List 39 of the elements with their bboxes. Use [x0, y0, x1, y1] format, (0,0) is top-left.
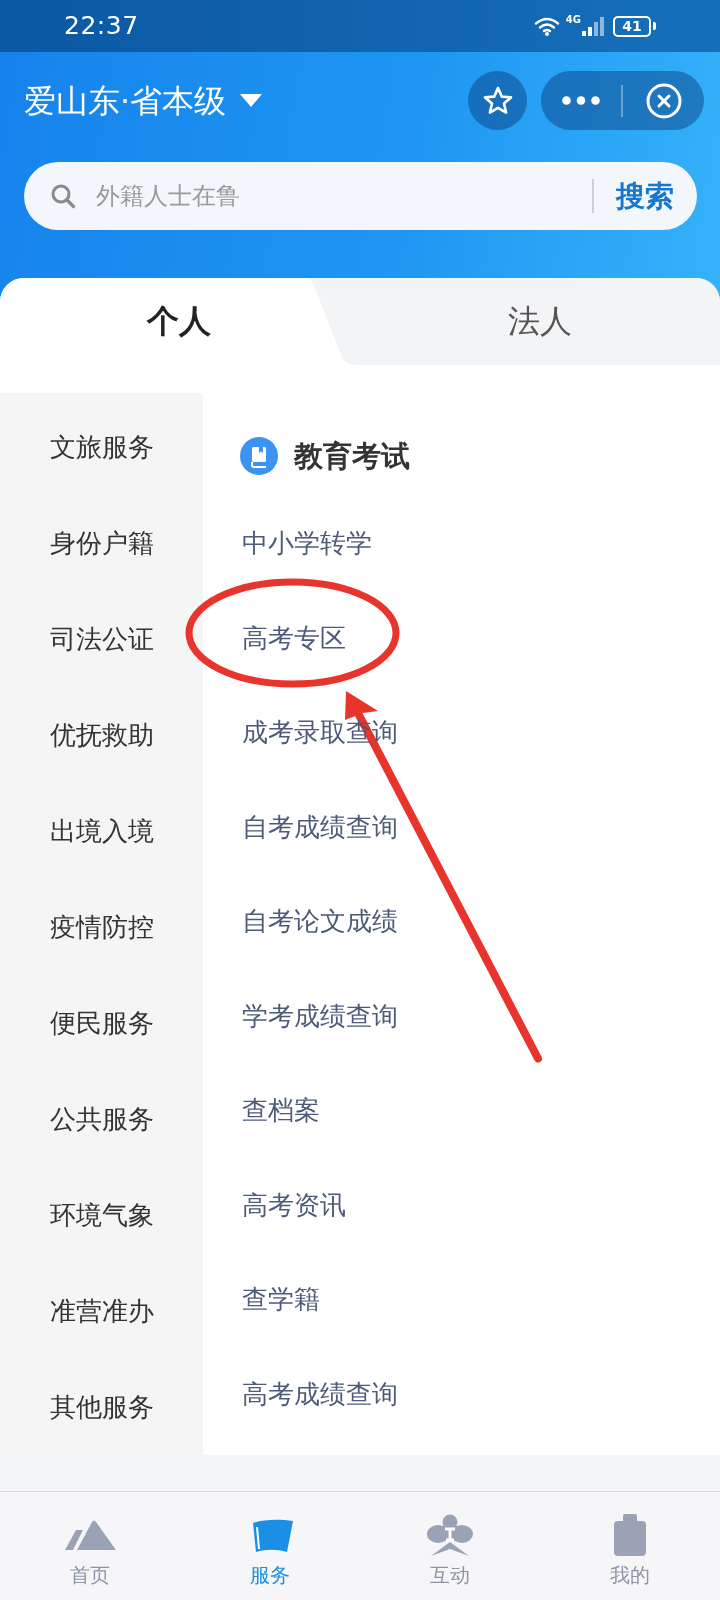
category-item[interactable]: 公共服务 [45, 1102, 158, 1136]
badge-icon [613, 1514, 647, 1556]
service-link[interactable]: 查学籍 [242, 1282, 320, 1317]
category-item[interactable]: 司法公证 [45, 622, 158, 656]
star-icon [482, 86, 513, 115]
category-item[interactable]: 环境气象 [45, 1198, 158, 1232]
signal-icon [581, 16, 605, 36]
clock-time: 22:37 [64, 11, 139, 41]
service-link[interactable]: 中小学转学 [242, 526, 372, 561]
service-link[interactable]: 自考论文成绩 [242, 904, 398, 939]
caret-icon[interactable] [240, 94, 263, 107]
service-link[interactable]: 自考成绩查询 [242, 809, 398, 844]
category-item[interactable]: 优抚救助 [45, 718, 158, 752]
cloud-icon [426, 1514, 474, 1556]
service-link[interactable]: 高考专区 [242, 620, 346, 655]
battery-indicator: 41 [613, 15, 656, 37]
service-link[interactable]: 查档案 [242, 1093, 320, 1128]
category-item[interactable]: 身份户籍 [45, 526, 158, 560]
more-icon [562, 96, 600, 105]
service-link[interactable]: 高考成绩查询 [242, 1376, 398, 1411]
category-item[interactable]: 疫情防控 [45, 910, 158, 944]
search-button[interactable]: 搜索 [616, 178, 674, 214]
close-icon [645, 82, 682, 119]
search-bar[interactable]: 外籍人士在鲁 搜索 [24, 162, 697, 230]
category-item[interactable]: 出境入境 [45, 814, 158, 848]
service-link[interactable]: 高考资讯 [242, 1187, 346, 1222]
network-type-label: 4G [565, 15, 581, 25]
region-title: 爱山东·省本级 [24, 80, 227, 121]
mountain-icon [64, 1519, 116, 1551]
category-item[interactable]: 文旅服务 [45, 430, 158, 464]
service-link[interactable]: 学考成绩查询 [242, 998, 398, 1033]
search-icon [50, 183, 76, 209]
category-item[interactable]: 便民服务 [45, 1006, 158, 1040]
book-icon [240, 437, 278, 475]
search-input[interactable]: 外籍人士在鲁 [96, 178, 582, 214]
category-item[interactable]: 准营准办 [45, 1294, 158, 1328]
wifi-icon [533, 16, 560, 36]
category-item[interactable]: 其他服务 [45, 1390, 158, 1424]
section-title: 教育考试 [294, 438, 410, 474]
